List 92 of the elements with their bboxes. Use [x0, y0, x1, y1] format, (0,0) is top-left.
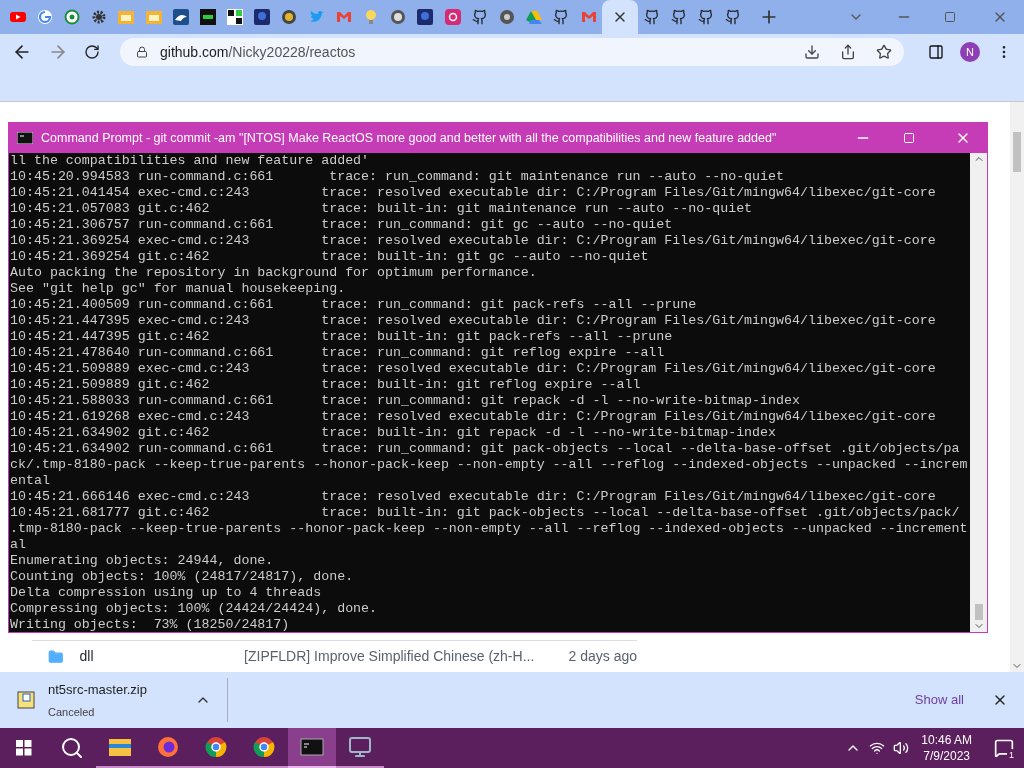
github-icon [725, 9, 742, 25]
console-line: 10:45:21.588033 run-command.c:661 trace: run_command: git repack -d -l --no-write-bitmap-index [10, 393, 801, 409]
commit-message[interactable]: [ZIPFLDR] Improve Simplified Chinese (zh-H... [244, 646, 569, 667]
fox-icon [156, 735, 180, 759]
console-line: 10:45:21.619268 exec-cmd.c:243 trace: resolved executable dir: C:/Program Files/Git/mingw64/libexec/git-core [10, 409, 937, 425]
notification-button[interactable]: 1 [984, 728, 1024, 768]
console-line: 10:45:21.400509 run-command.c:661 trace: run_command: git pack-refs --all --prune [10, 297, 698, 313]
folder-icon [118, 9, 135, 25]
console-line: 10:45:21.666146 exec-cmd.c:243 trace: resolved executable dir: C:/Program Files/Git/mingw64/libexec/git-core [10, 489, 937, 505]
download-filename[interactable]: nt5src-master.zip [48, 680, 147, 700]
page-scrollbar[interactable] [1010, 102, 1024, 672]
game-icon [417, 9, 434, 25]
triangle-icon [526, 9, 543, 25]
console-icon [17, 132, 33, 144]
clock-date[interactable]: 7/9/2023 [923, 748, 970, 764]
download-status: Canceled [48, 704, 96, 720]
chrome-icon [252, 735, 276, 759]
console-line: 10:45:21.634902 git.c:462 trace: built-in: git repack -d -l --no-write-bitmap-index [10, 425, 778, 441]
console-line: 10:45:21.057083 git.c:462 trace: built-in: git maintenance run --auto --no-quiet [10, 201, 754, 217]
console-line: ll the compatibilities and new feature added' [10, 153, 371, 169]
console-line: 10:45:21.306757 run-command.c:661 trace: run_command: git gc --auto --no-quiet [10, 217, 674, 233]
search-icon[interactable] [60, 736, 84, 760]
github-icon [643, 9, 660, 25]
zip-file-icon [16, 690, 36, 710]
console-line: See "git help gc" for manual housekeeping. [10, 281, 347, 297]
console-line: 10:45:21.369254 exec-cmd.c:243 trace: resolved executable dir: C:/Program Files/Git/mingw64/libexec/git-core [10, 233, 937, 249]
scrollbar-thumb[interactable] [974, 604, 983, 620]
mail-icon [580, 9, 597, 25]
chrome-icon [498, 9, 515, 25]
console-line: 10:45:21.041454 exec-cmd.c:243 trace: resolved executable dir: C:/Program Files/Git/mingw64/libexec/git-core [10, 185, 937, 201]
reload-icon[interactable] [84, 44, 100, 60]
console-line: 10:45:21.509889 git.c:462 trace: built-in: git reflog expire --all [10, 377, 642, 393]
console-line: ck/.tmp-8180-pack --keep-true-parents --honor-pack-keep --non-empty --all --reflog --indexed-objects --unpacked --increm [10, 457, 969, 473]
console-line: 10:45:21.447395 exec-cmd.c:243 trace: resolved executable dir: C:/Program Files/Git/mingw64/libexec/git-core [10, 313, 937, 329]
console-line: 10:45:21.369254 git.c:462 trace: built-in: git gc --auto --no-quiet [10, 249, 650, 265]
console-line: Delta compression using up to 4 threads [10, 585, 323, 601]
bird-icon [172, 9, 189, 25]
play-icon [9, 9, 26, 25]
terminal-icon [300, 735, 324, 759]
github-icon [553, 9, 570, 25]
chrome-icon [204, 735, 228, 759]
console-line: Writing objects: 73% (18250/24817) [10, 617, 291, 632]
bookmark-star-icon[interactable] [876, 44, 892, 60]
camera-icon [444, 9, 461, 25]
volume-icon[interactable] [893, 740, 910, 756]
restore-icon[interactable] [944, 11, 956, 23]
folder-icon [145, 9, 162, 25]
show-all-link[interactable]: Show all [914, 690, 964, 710]
console-line: 10:45:21.634902 run-command.c:661 trace: run_command: git pack-objects --local --delta-base-offset .git/objects/pa [10, 441, 961, 457]
google-icon [36, 9, 53, 25]
bird-icon [308, 9, 325, 25]
maximize-icon[interactable] [903, 132, 915, 144]
gear-icon [91, 9, 108, 25]
console-line: Auto packing the repository in background for optimum performance. [10, 265, 538, 281]
github-icon [471, 9, 488, 25]
download-icon[interactable] [804, 44, 820, 60]
scrollbar-thumb[interactable] [1013, 132, 1021, 172]
grid-icon [227, 9, 244, 25]
console-line: al [10, 537, 27, 553]
file-name[interactable]: dll [79, 646, 245, 667]
mail-icon [335, 9, 352, 25]
console-line: 10:45:21.478640 run-command.c:661 trace: run_command: git reflog expire --all [10, 345, 666, 361]
console-line: .tmp-8180-pack --keep-true-parents --honor-pack-keep --non-empty --all --reflog --indexed-objects --unpacked --increment [10, 521, 969, 537]
github-icon [698, 9, 715, 25]
console-line: Compressing objects: 100% (24424/24424), done. [10, 601, 379, 617]
share-icon[interactable] [840, 44, 856, 60]
console-line: 10:45:20.994583 run-command.c:661 trace: run_command: git maintenance run --auto --no-quiet [10, 169, 785, 185]
github-icon [670, 9, 687, 25]
console-line: 10:45:21.509889 exec-cmd.c:243 trace: resolved executable dir: C:/Program Files/Git/mingw64/libexec/git-core [10, 361, 937, 377]
folder-icon [48, 648, 64, 665]
console-line: 10:45:21.681777 git.c:462 trace: built-in: git pack-objects --local --delta-base-offset .git/objects/pack/ [10, 505, 961, 521]
lock-icon [136, 46, 148, 58]
clock-time[interactable]: 10:46 AM [921, 732, 972, 748]
game-icon [254, 9, 271, 25]
circle-icon [63, 9, 80, 25]
console-line: ental [10, 473, 51, 489]
console-line: 10:45:21.447395 git.c:462 trace: built-in: git pack-refs --all --prune [10, 329, 674, 345]
circle-icon [390, 9, 407, 25]
console-scrollbar[interactable] [970, 153, 987, 632]
address-bar[interactable]: github.com/Nicky20228/reactos [120, 38, 904, 66]
console-line: Enumerating objects: 24944, done. [10, 553, 275, 569]
console-line: Counting objects: 100% (24817/24817), done. [10, 569, 355, 585]
commit-age: 2 days ago [568, 647, 637, 666]
side-panel-icon[interactable] [928, 44, 944, 60]
url-text: github.com/Nicky20228/reactos [160, 42, 356, 62]
network-icon[interactable] [869, 740, 886, 756]
profile-avatar[interactable]: N [960, 42, 980, 62]
badge-icon [281, 9, 298, 25]
taskbar-app[interactable] [288, 728, 336, 768]
windows-logo-icon[interactable] [16, 740, 32, 756]
window-title: Command Prompt - git commit -am "[NTOS] Make ReactOS more good and better with all the compatibilities and new feature added" [41, 129, 777, 147]
monitor-icon [348, 735, 372, 759]
